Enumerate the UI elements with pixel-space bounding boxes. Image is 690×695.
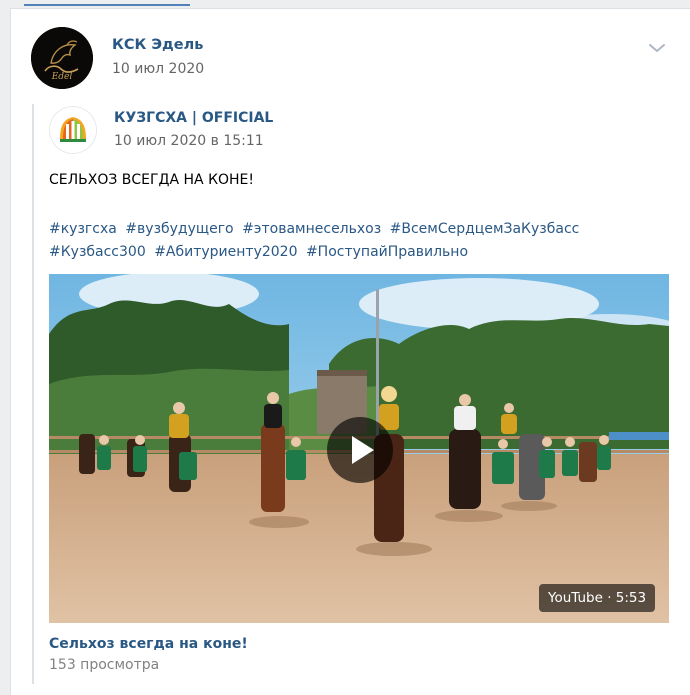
repost-indicator-bar	[32, 104, 34, 684]
source-date[interactable]: 10 июл 2020 в 15:11	[114, 133, 264, 149]
video-duration-badge: YouTube · 5:53	[539, 584, 656, 612]
avatar-logo-text: Edel	[51, 72, 73, 82]
source-name[interactable]: КУЗГСХА | OFFICIAL	[114, 110, 273, 126]
post-text: СЕЛЬХОЗ ВСЕГДА НА КОНЕ!	[49, 172, 255, 188]
video-title[interactable]: Сельхоз всегда на коне!	[49, 636, 248, 652]
author-name[interactable]: КСК Эдель	[112, 37, 203, 53]
active-tab-indicator	[24, 4, 190, 6]
post-date[interactable]: 10 июл 2020	[112, 61, 204, 77]
hashtag-link[interactable]: #ПоступайПравильно	[306, 244, 468, 260]
hashtag-link[interactable]: #этовамнесельхоз	[242, 221, 381, 237]
horse-logo-icon: Edel	[31, 27, 93, 89]
hashtag-link[interactable]: #Абитуриенту2020	[154, 244, 297, 260]
video-views: 153 просмотра	[49, 657, 160, 673]
play-icon[interactable]	[327, 417, 393, 483]
university-logo-icon	[50, 107, 96, 153]
play-triangle	[352, 436, 374, 464]
hashtag-link[interactable]: #вузбудущего	[125, 221, 233, 237]
source-avatar[interactable]	[50, 107, 96, 153]
hashtag-link[interactable]: #кузгсха	[49, 221, 117, 237]
author-avatar[interactable]: Edel	[31, 27, 93, 89]
hashtag-link[interactable]: #Кузбасс300	[49, 244, 146, 260]
hashtags: #кузгсха #вузбудущего #этовамнесельхоз #…	[49, 218, 669, 264]
chevron-down-icon[interactable]	[646, 38, 668, 58]
hashtag-link[interactable]: #ВсемСердцемЗаКузбасс	[390, 221, 580, 237]
